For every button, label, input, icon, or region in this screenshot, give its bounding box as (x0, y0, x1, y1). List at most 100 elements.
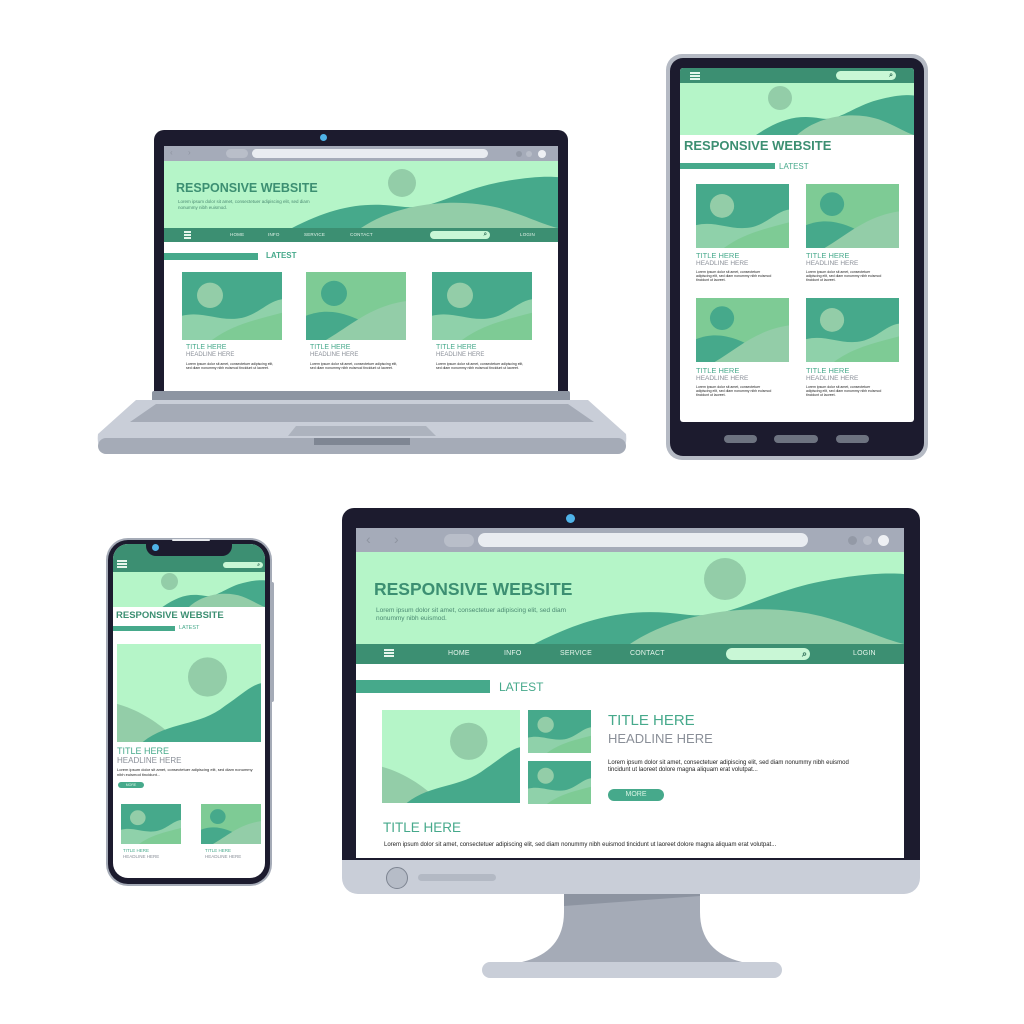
desktop-monitor: ‹ › RESPONSIVE WEBSITE Lorem ipsum dolor… (342, 508, 920, 980)
card-image[interactable] (696, 298, 789, 362)
nav-contact[interactable]: CONTACT (630, 650, 665, 657)
feature-image[interactable] (117, 644, 261, 742)
search-icon[interactable]: ⌕ (889, 72, 893, 80)
card-image[interactable] (528, 761, 591, 804)
latest-bar (113, 626, 175, 631)
card-image[interactable] (806, 184, 899, 248)
window-control-1[interactable] (848, 536, 857, 545)
nav-info[interactable]: INFO (504, 650, 522, 657)
nav-info[interactable]: INFO (268, 232, 280, 237)
hero-sun (161, 573, 178, 590)
nav-contact[interactable]: CONTACT (350, 232, 373, 237)
card-title[interactable]: TITLE HERE (696, 366, 739, 375)
hamburger-icon[interactable] (184, 231, 191, 240)
search-icon[interactable]: ⌕ (484, 232, 487, 239)
tablet-button-home[interactable] (774, 435, 818, 443)
hamburger-icon[interactable] (384, 649, 394, 658)
more-button[interactable]: MORE (118, 782, 144, 788)
nav-login[interactable]: LOGIN (520, 232, 535, 237)
browser-toolbar: ‹ › (356, 528, 904, 552)
window-control-1[interactable] (516, 151, 522, 157)
hero-landscape (680, 83, 914, 135)
card-image[interactable] (201, 804, 261, 844)
card-title[interactable]: TITLE HERE (186, 344, 226, 351)
nav-login[interactable]: LOGIN (853, 650, 876, 657)
nav-bar: ⌕ (680, 68, 914, 83)
monitor-screen: ‹ › RESPONSIVE WEBSITE Lorem ipsum dolor… (356, 528, 904, 858)
card-headline: HEADLINE HERE (310, 352, 359, 358)
card-headline: HEADLINE HERE (806, 260, 859, 267)
nav-bar: HOME INFO SERVICE CONTACT ⌕ LOGIN (356, 644, 904, 664)
hero-banner: RESPONSIVE WEBSITE Lorem ipsum dolor sit… (164, 161, 558, 228)
window-control-3[interactable] (878, 535, 889, 546)
hero-title: RESPONSIVE WEBSITE (374, 579, 573, 599)
card-body: Lorem ipsum dolor sit amet, consectetuer… (806, 270, 882, 283)
feature-headline: HEADLINE HERE (608, 731, 713, 746)
address-bar[interactable] (478, 533, 808, 547)
search-input[interactable]: ⌕ (430, 231, 490, 239)
nav-service[interactable]: SERVICE (304, 232, 325, 237)
nav-service[interactable]: SERVICE (560, 650, 592, 657)
card-headline: HEADLINE HERE (806, 375, 859, 382)
hamburger-icon[interactable] (117, 560, 127, 569)
browser-tab[interactable] (444, 534, 474, 547)
search-icon[interactable]: ⌕ (802, 649, 807, 660)
card-title[interactable]: TITLE HERE (205, 848, 231, 853)
feature-title[interactable]: TITLE HERE (608, 712, 695, 729)
window-control-2[interactable] (863, 536, 872, 545)
card-body: Lorem ipsum dolor sit amet, consectetuer… (436, 362, 524, 371)
card-image[interactable] (306, 272, 406, 340)
latest-bar (164, 253, 258, 260)
forward-icon[interactable]: › (394, 531, 399, 547)
phone-speaker (172, 539, 210, 541)
search-input[interactable]: ⌕ (223, 562, 263, 568)
card-title[interactable]: TITLE HERE (806, 251, 849, 260)
card-body: Lorem ipsum dolor sit amet, consectetuer… (806, 385, 882, 398)
card-image[interactable] (121, 804, 181, 844)
search-icon[interactable]: ⌕ (257, 562, 260, 568)
address-bar[interactable] (252, 149, 488, 158)
forward-icon[interactable]: › (188, 148, 191, 157)
latest-heading: LATEST (499, 680, 544, 694)
nav-home[interactable]: HOME (448, 650, 470, 657)
card-body: Lorem ipsum dolor sit amet, consectetuer… (696, 270, 772, 283)
tablet-button-right[interactable] (836, 435, 869, 443)
window-control-3[interactable] (538, 150, 546, 158)
tablet-button-left[interactable] (724, 435, 757, 443)
window-control-2[interactable] (526, 151, 532, 157)
latest-heading: LATEST (779, 162, 809, 171)
browser-toolbar: ‹ › (164, 146, 558, 161)
search-input[interactable]: ⌕ (726, 648, 810, 660)
search-input[interactable]: ⌕ (836, 71, 896, 80)
card-title[interactable]: TITLE HERE (310, 344, 350, 351)
section-title[interactable]: TITLE HERE (383, 820, 461, 835)
smartphone: ⌕ RESPONSIVE WEBSITE LATEST TITLE HERE H… (106, 538, 274, 886)
card-headline: HEADLINE HERE (696, 260, 749, 267)
card-title[interactable]: TITLE HERE (117, 746, 169, 756)
back-icon[interactable]: ‹ (366, 531, 371, 547)
tablet-screen: ⌕ RESPONSIVE WEBSITE LATEST TITLE HERE H… (680, 68, 914, 422)
card-title[interactable]: TITLE HERE (123, 848, 149, 853)
card-title[interactable]: TITLE HERE (436, 344, 476, 351)
feature-image[interactable] (382, 710, 520, 803)
hero-banner: RESPONSIVE WEBSITE Lorem ipsum dolor sit… (356, 552, 904, 644)
hamburger-icon[interactable] (690, 72, 700, 81)
card-image[interactable] (432, 272, 532, 340)
laptop: ‹ › RESPONSIVE WEBSITE Lorem ipsum dolor… (96, 128, 628, 456)
back-icon[interactable]: ‹ (170, 148, 173, 157)
card-image[interactable] (528, 710, 591, 753)
monitor-power-button[interactable] (386, 867, 408, 889)
card-title[interactable]: TITLE HERE (696, 251, 739, 260)
hero-title: RESPONSIVE WEBSITE (176, 181, 318, 195)
nav-home[interactable]: HOME (230, 232, 244, 237)
card-image[interactable] (806, 298, 899, 362)
card-title[interactable]: TITLE HERE (806, 366, 849, 375)
browser-tab[interactable] (226, 149, 248, 158)
monitor-camera (566, 514, 575, 523)
hero-banner (680, 83, 914, 135)
card-image[interactable] (182, 272, 282, 340)
card-image[interactable] (696, 184, 789, 248)
laptop-base (97, 400, 627, 454)
more-button[interactable]: MORE (608, 789, 664, 801)
phone-camera (152, 544, 159, 551)
